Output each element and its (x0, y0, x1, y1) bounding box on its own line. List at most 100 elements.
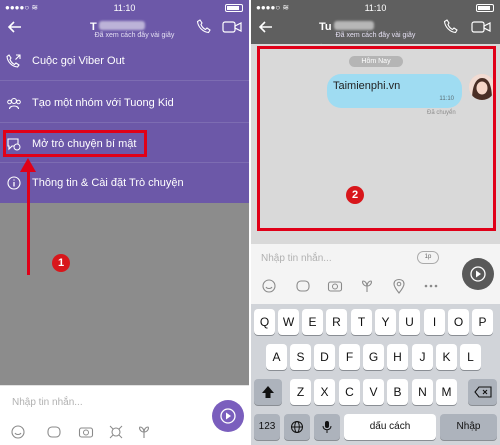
chat-header: ●●●●○ ≋ 11:10 Tu 🔒︎⌄ Đã xem cách đây vài… (251, 0, 500, 50)
camera-icon[interactable] (78, 424, 94, 440)
key-y[interactable]: Y (375, 309, 396, 335)
camera-icon[interactable] (327, 278, 343, 294)
message-composer: Nhập tin nhắn... (0, 385, 249, 445)
key-a[interactable]: A (266, 344, 287, 370)
key-c[interactable]: C (339, 379, 360, 405)
menu-item-label: Thông tin & Cài đặt Trò chuyện (32, 177, 184, 189)
globe-key[interactable] (284, 414, 310, 440)
enter-key[interactable]: Nhập (440, 414, 497, 440)
back-arrow-icon[interactable] (6, 18, 26, 38)
key-i[interactable]: I (424, 309, 445, 335)
redacted-name (98, 21, 145, 31)
message-composer: Nhập tin nhắn... 1p (251, 244, 500, 304)
send-button[interactable] (212, 400, 244, 432)
menu-item-chat-info[interactable]: Thông tin & Cài đặt Trò chuyện (0, 168, 249, 198)
status-time: 11:10 (113, 3, 136, 13)
chat-title[interactable]: Tu 🔒︎⌄ (319, 17, 389, 50)
shift-key[interactable] (254, 379, 282, 405)
self-destruct-timer[interactable]: 1p (417, 251, 439, 264)
send-icon (220, 408, 236, 424)
right-screen: ●●●●○ ≋ 11:10 Tu 🔒︎⌄ Đã xem cách đây vài… (251, 0, 500, 445)
key-s[interactable]: S (290, 344, 311, 370)
gif-icon[interactable] (136, 424, 152, 440)
more-icon[interactable] (423, 278, 439, 294)
menu-item-label: Cuộc gọi Viber Out (32, 55, 125, 67)
info-icon (6, 175, 22, 191)
last-seen-text: Đã xem cách đây vài giây (94, 32, 175, 39)
microphone-icon (322, 421, 332, 433)
annotation-arrow (27, 168, 30, 275)
back-arrow-icon[interactable] (257, 18, 277, 38)
call-icon[interactable] (196, 18, 212, 34)
doodle-icon[interactable] (108, 424, 124, 440)
divider (0, 162, 249, 163)
group-icon (6, 95, 22, 111)
video-call-icon[interactable] (471, 20, 491, 34)
key-m[interactable]: M (436, 379, 457, 405)
key-n[interactable]: N (412, 379, 433, 405)
sticker-icon[interactable] (261, 278, 277, 294)
key-h[interactable]: H (387, 344, 408, 370)
key-v[interactable]: V (363, 379, 384, 405)
status-time: 11:10 (364, 3, 387, 13)
sticker-icon[interactable] (10, 424, 26, 440)
key-f[interactable]: F (339, 344, 360, 370)
globe-icon (291, 421, 303, 433)
key-t[interactable]: T (351, 309, 372, 335)
conversation-menu: ●●●●○ ≋ 11:10 T Đã xem cách đây vài giây (0, 0, 249, 203)
screenshot-root: ●●●●○ ≋ 11:10 T Đã xem cách đây vài giây (0, 0, 500, 445)
chat-title[interactable]: T (90, 17, 160, 33)
send-button[interactable] (462, 258, 494, 290)
keyboard: Q W E R T Y U I O P A S D F G H J K L Z … (251, 304, 500, 445)
redacted-name (333, 21, 374, 31)
video-call-icon[interactable] (222, 20, 242, 34)
phone-out-icon (6, 53, 22, 69)
send-icon (470, 266, 486, 282)
annotation-highlight-box (3, 130, 147, 157)
key-z[interactable]: Z (290, 379, 311, 405)
numbers-key[interactable]: 123 (254, 414, 280, 440)
chat-header: T Đã xem cách đây vài giây (0, 14, 249, 44)
key-w[interactable]: W (278, 309, 299, 335)
last-seen-text: Đã xem cách đây vài giây (335, 32, 416, 39)
step-badge: 2 (346, 186, 364, 204)
emoticon-icon[interactable] (46, 424, 62, 440)
key-p[interactable]: P (472, 309, 493, 335)
key-b[interactable]: B (387, 379, 408, 405)
divider (0, 122, 249, 123)
message-input[interactable]: Nhập tin nhắn... (12, 397, 83, 408)
shift-icon (262, 386, 274, 398)
chat-header-row: Tu 🔒︎⌄ Đã xem cách đây vài giây (251, 14, 500, 50)
key-r[interactable]: R (326, 309, 347, 335)
key-o[interactable]: O (448, 309, 469, 335)
call-icon[interactable] (443, 18, 459, 34)
dictation-key[interactable] (314, 414, 340, 440)
key-l[interactable]: L (460, 344, 481, 370)
menu-item-label: Tạo một nhóm với Tuong Kid (32, 97, 174, 109)
key-u[interactable]: U (399, 309, 420, 335)
composer-toolbar (10, 424, 210, 442)
key-j[interactable]: J (412, 344, 433, 370)
key-d[interactable]: D (314, 344, 335, 370)
message-input[interactable]: Nhập tin nhắn... (261, 253, 332, 264)
key-q[interactable]: Q (254, 309, 275, 335)
location-icon[interactable] (391, 278, 407, 294)
key-e[interactable]: E (302, 309, 323, 335)
space-key[interactable]: dấu cách (344, 414, 436, 440)
key-x[interactable]: X (314, 379, 335, 405)
backspace-icon (473, 386, 492, 398)
menu-item-viber-out[interactable]: Cuộc gọi Viber Out (0, 46, 249, 76)
left-screen: ●●●●○ ≋ 11:10 T Đã xem cách đây vài giây (0, 0, 249, 445)
divider (0, 80, 249, 81)
backspace-key[interactable] (468, 379, 497, 405)
key-g[interactable]: G (363, 344, 384, 370)
composer-toolbar (261, 278, 461, 296)
menu-item-create-group[interactable]: Tạo một nhóm với Tuong Kid (0, 88, 249, 118)
gif-icon[interactable] (359, 278, 375, 294)
emoticon-icon[interactable] (295, 278, 311, 294)
annotation-highlight-box (257, 46, 496, 231)
battery-icon (476, 4, 494, 12)
battery-icon (225, 4, 243, 12)
step-badge: 1 (52, 254, 70, 272)
key-k[interactable]: K (436, 344, 457, 370)
